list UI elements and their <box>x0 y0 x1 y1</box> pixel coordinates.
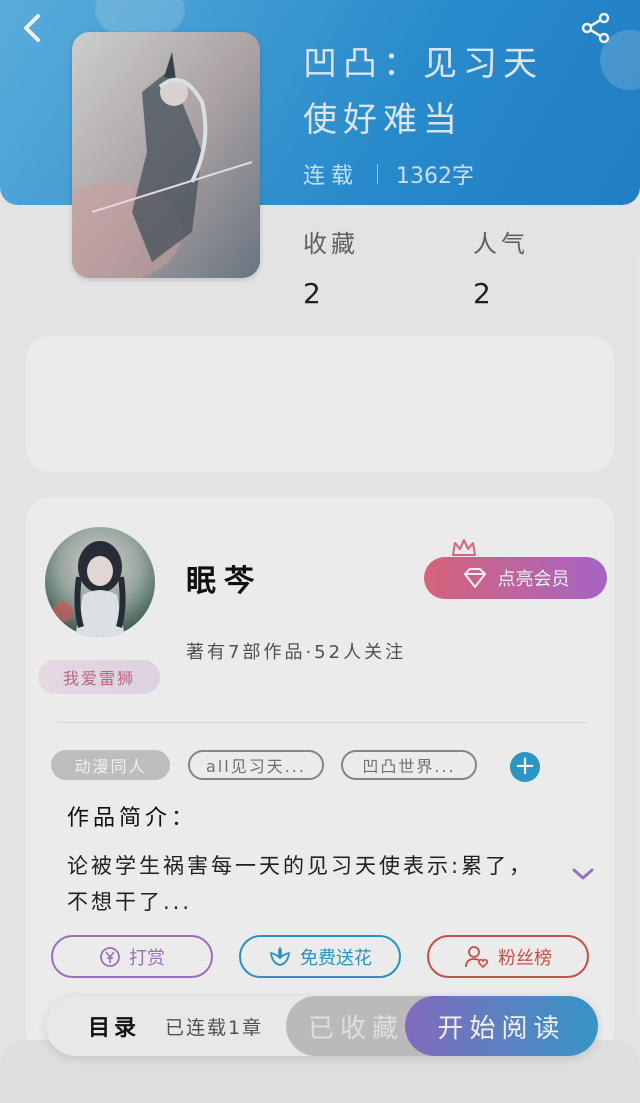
book-title-line-1: 凹凸：见习天 <box>303 44 543 84</box>
cover-artwork <box>72 32 260 278</box>
collect-value: 2 <box>303 277 321 310</box>
toc-button[interactable]: 目录 <box>88 1010 140 1042</box>
book-cover-image <box>72 32 260 278</box>
empty-info-card <box>26 336 614 472</box>
start-reading-button[interactable]: 开始阅读 <box>405 996 598 1056</box>
author-name[interactable]: 眠芩 <box>186 556 262 600</box>
collect-label: 收藏 <box>303 230 359 258</box>
book-status-row: 连载 1362字 <box>303 158 474 190</box>
reward-label: 打赏 <box>129 947 165 969</box>
card-divider <box>58 722 588 723</box>
intro-text: 论被学生祸害每一天的见习天使表示:累了，不想干了... <box>67 854 534 914</box>
author-meta: 著有7部作品·52人关注 <box>186 642 407 663</box>
tag-item[interactable]: 动漫同人 <box>51 750 170 780</box>
intro-title: 作品简介： <box>67 806 198 831</box>
plus-icon: + <box>514 751 536 781</box>
tag-item[interactable]: all见习天... <box>188 750 324 780</box>
popularity-value: 2 <box>473 277 491 310</box>
add-tag-button[interactable]: + <box>510 752 540 782</box>
yen-coin-icon <box>100 946 120 967</box>
tag-label: 凹凸世界... <box>362 757 456 776</box>
serial-chapters-label: 已连载1章 <box>165 1017 264 1039</box>
chevron-left-icon <box>24 14 40 42</box>
status-divider <box>377 164 379 184</box>
vip-button[interactable]: 点亮会员 <box>424 557 607 599</box>
fans-ranking-button[interactable]: 粉丝榜 <box>427 935 589 978</box>
book-title: 凹凸：见习天 使好难当 <box>303 36 603 148</box>
author-badge-label: 我爱雷狮 <box>62 669 135 688</box>
book-title-line-2: 使好难当 <box>303 100 463 140</box>
chevron-down-icon[interactable] <box>570 864 596 884</box>
tag-label: 动漫同人 <box>74 757 147 776</box>
user-heart-icon <box>465 945 489 968</box>
start-reading-label: 开始阅读 <box>437 1013 566 1044</box>
reward-button[interactable]: 打赏 <box>51 935 213 978</box>
flower-label: 免费送花 <box>300 947 372 969</box>
word-count: 1362字 <box>396 164 475 189</box>
popularity-label: 人气 <box>473 230 529 258</box>
tag-item[interactable]: 凹凸世界... <box>341 750 477 780</box>
tag-label: all见习天... <box>206 757 306 776</box>
diamond-icon <box>463 568 486 588</box>
back-button[interactable] <box>18 10 58 46</box>
avatar-artwork <box>53 541 126 637</box>
vip-button-label: 点亮会员 <box>497 569 570 590</box>
collected-label: 已收藏 <box>307 1013 404 1044</box>
flower-icon <box>270 946 290 966</box>
author-badge: 我爱雷狮 <box>38 660 160 694</box>
popularity-stat: 人气 2 <box>473 224 529 310</box>
author-avatar[interactable] <box>45 527 155 637</box>
collect-stat: 收藏 2 <box>303 224 359 310</box>
crown-icon <box>452 539 476 556</box>
serial-status: 连载 <box>303 164 360 189</box>
free-flower-button[interactable]: 免费送花 <box>239 935 401 978</box>
fans-label: 粉丝榜 <box>498 947 552 969</box>
